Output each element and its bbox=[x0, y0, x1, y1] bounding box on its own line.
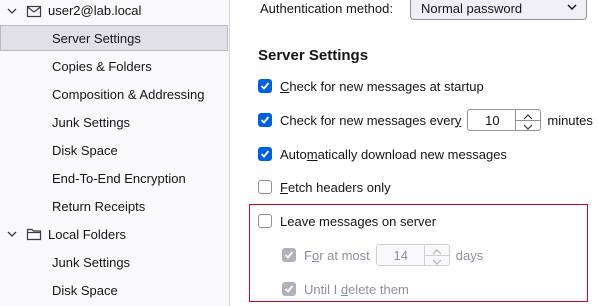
label-part: atically download new messages bbox=[317, 146, 507, 162]
check-startup-checkbox[interactable] bbox=[258, 79, 272, 93]
days-stepper[interactable]: 14 bbox=[375, 244, 450, 266]
check-every-label: Check for new messages every bbox=[280, 113, 461, 128]
for-at-most-row: For at most 14 days bbox=[282, 244, 484, 266]
stepper-down-button[interactable] bbox=[425, 255, 449, 265]
label-part: heck for new messages at startup bbox=[289, 78, 484, 94]
leave-on-server-row: Leave messages on server bbox=[258, 211, 436, 231]
sidebar-item-disk-space[interactable]: Disk Space bbox=[0, 137, 228, 163]
sidebar-item-label: Disk Space bbox=[52, 143, 118, 158]
chevron-down-icon bbox=[432, 259, 442, 265]
until-delete-checkbox[interactable] bbox=[282, 282, 296, 296]
check-every-checkbox[interactable] bbox=[258, 113, 272, 127]
sidebar-item-label: Junk Settings bbox=[52, 115, 131, 130]
auth-method-value: Normal password bbox=[421, 1, 523, 16]
accesskey: C bbox=[280, 78, 290, 94]
accesskey: m bbox=[306, 146, 318, 162]
checkmark-icon bbox=[260, 150, 270, 158]
leave-on-server-checkbox[interactable] bbox=[258, 214, 272, 228]
accesskey: y bbox=[454, 112, 462, 128]
account-settings-sidebar: user2@lab.local Server Settings Copies &… bbox=[0, 0, 230, 306]
auth-method-select[interactable]: Normal password bbox=[410, 0, 587, 20]
sidebar-item-label: Composition & Addressing bbox=[52, 87, 205, 102]
fetch-headers-row: Fetch headers only bbox=[258, 177, 391, 197]
chevron-down-icon bbox=[567, 4, 577, 10]
sidebar-local-folders-label: Local Folders bbox=[48, 227, 127, 242]
stepper-buttons bbox=[515, 110, 541, 130]
label-part: elete them bbox=[348, 281, 409, 297]
auto-download-checkbox[interactable] bbox=[258, 147, 272, 161]
sidebar-item-local-junk-settings[interactable]: Junk Settings bbox=[0, 249, 228, 275]
sidebar-item-label: Copies & Folders bbox=[52, 59, 152, 74]
label-part: F bbox=[304, 247, 312, 263]
label-part: Until I bbox=[304, 281, 341, 297]
stepper-buttons bbox=[423, 245, 449, 265]
accesskey: F bbox=[280, 179, 288, 195]
check-interval-stepper[interactable]: 10 bbox=[467, 109, 542, 131]
sidebar-account-label: user2@lab.local bbox=[48, 3, 142, 18]
until-delete-row: Until I delete them bbox=[282, 279, 409, 299]
label-part: etch headers only bbox=[287, 179, 391, 195]
sidebar-item-server-settings[interactable]: Server Settings bbox=[0, 25, 228, 51]
auth-method-label: Authentication method: bbox=[260, 1, 393, 16]
leave-on-server-label: Leave messages on server bbox=[280, 214, 436, 229]
for-at-most-checkbox[interactable] bbox=[282, 248, 296, 262]
section-title: Server Settings bbox=[258, 47, 369, 64]
fetch-headers-checkbox[interactable] bbox=[258, 180, 272, 194]
auto-download-label: Automatically download new messages bbox=[280, 147, 507, 162]
folder-icon bbox=[26, 228, 42, 241]
auto-download-row: Automatically download new messages bbox=[258, 144, 507, 164]
sidebar-item-label: End-To-End Encryption bbox=[52, 171, 186, 186]
sidebar-item-label: Return Receipts bbox=[52, 199, 146, 214]
days-unit: days bbox=[455, 247, 484, 263]
fetch-headers-label: Fetch headers only bbox=[280, 180, 391, 195]
sidebar-item-copies-folders[interactable]: Copies & Folders bbox=[0, 53, 228, 79]
chevron-down-icon bbox=[523, 124, 533, 130]
check-startup-row: Check for new messages at startup bbox=[258, 76, 484, 96]
label-part: Leave messa bbox=[280, 213, 358, 229]
check-interval-unit: minutes bbox=[547, 112, 593, 128]
label-part: es on server bbox=[364, 213, 437, 229]
checkmark-icon bbox=[284, 251, 294, 259]
chevron-down-icon[interactable] bbox=[6, 5, 18, 17]
sidebar-item-label: Disk Space bbox=[52, 283, 118, 298]
sidebar-item-label: Junk Settings bbox=[52, 255, 131, 270]
accesskey: d bbox=[340, 281, 349, 297]
sidebar-item-return-receipts[interactable]: Return Receipts bbox=[0, 193, 228, 219]
check-startup-label: Check for new messages at startup bbox=[280, 79, 484, 94]
for-at-most-label: For at most bbox=[304, 248, 370, 263]
sidebar-item-e2e-encryption[interactable]: End-To-End Encryption bbox=[0, 165, 228, 191]
check-interval-value: 10 bbox=[485, 113, 500, 128]
check-every-row: Check for new messages every 10 minutes bbox=[258, 109, 593, 131]
label-part: Auto bbox=[280, 146, 307, 162]
accesskey: g bbox=[357, 213, 365, 229]
checkmark-icon bbox=[284, 285, 294, 293]
checkmark-icon bbox=[260, 116, 270, 124]
sidebar-item-label: Server Settings bbox=[52, 31, 141, 46]
label-part: Check for new messages ever bbox=[280, 112, 455, 128]
sidebar-item-composition-addressing[interactable]: Composition & Addressing bbox=[0, 81, 228, 107]
sidebar-item-local-disk-space[interactable]: Disk Space bbox=[0, 277, 228, 303]
stepper-down-button[interactable] bbox=[516, 120, 540, 130]
label-part: r at most bbox=[319, 247, 370, 263]
checkmark-icon bbox=[260, 82, 270, 90]
sidebar-item-junk-settings[interactable]: Junk Settings bbox=[0, 109, 228, 135]
sidebar-account-user2[interactable]: user2@lab.local bbox=[0, 0, 228, 24]
server-settings-pane: Authentication method: Normal password S… bbox=[230, 0, 598, 306]
days-value: 14 bbox=[393, 248, 408, 263]
mail-account-icon bbox=[26, 5, 42, 18]
chevron-down-icon[interactable] bbox=[6, 228, 18, 240]
sidebar-local-folders[interactable]: Local Folders bbox=[0, 221, 228, 247]
until-delete-label: Until I delete them bbox=[304, 282, 409, 297]
